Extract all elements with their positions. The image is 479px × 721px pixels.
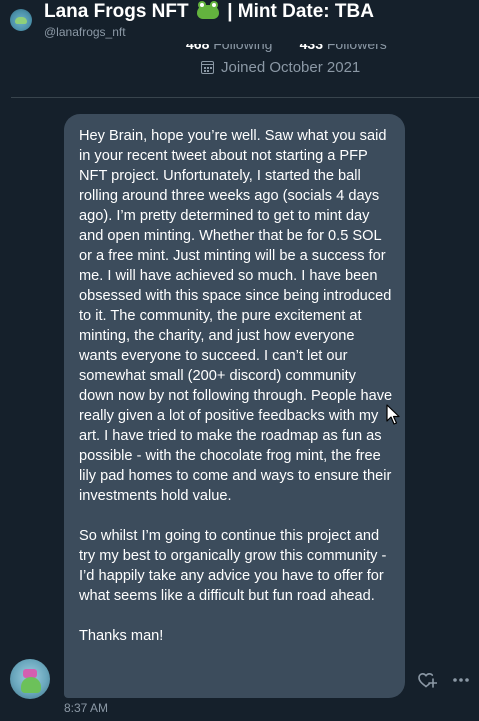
- more-options-icon[interactable]: [451, 670, 471, 690]
- sender-avatar[interactable]: [10, 659, 50, 699]
- message-timestamp: 8:37 AM: [64, 701, 109, 715]
- message-bubble[interactable]: Hey Brain, hope you’re well. Saw what yo…: [64, 114, 405, 698]
- conversation-title[interactable]: Lana Frogs NFT | Mint Date: TBA: [44, 1, 374, 23]
- message-text: Hey Brain, hope you’re well. Saw what yo…: [79, 128, 393, 604]
- joined-date: Joined October 2021: [201, 57, 360, 77]
- joined-text: Joined October 2021: [221, 58, 361, 76]
- frog-emoji-icon: [196, 1, 220, 19]
- conversation-header: Lana Frogs NFT | Mint Date: TBA @lanafro…: [0, 0, 479, 44]
- add-reaction-heart-icon[interactable]: [417, 670, 437, 690]
- message-closing: Thanks man!: [79, 628, 164, 644]
- dm-conversation-view: Lana Frogs NFT | Mint Date: TBA @lanafro…: [0, 0, 479, 721]
- header-avatar[interactable]: [10, 9, 32, 31]
- avatar-frog: [21, 677, 41, 693]
- mouse-cursor-icon: [386, 404, 400, 425]
- title-name: Lana Frogs NFT: [44, 1, 189, 22]
- conversation-handle: @lanafrogs_nft: [44, 25, 126, 39]
- calendar-icon: [201, 60, 214, 74]
- title-suffix: | Mint Date: TBA: [227, 1, 374, 22]
- divider: [11, 97, 479, 98]
